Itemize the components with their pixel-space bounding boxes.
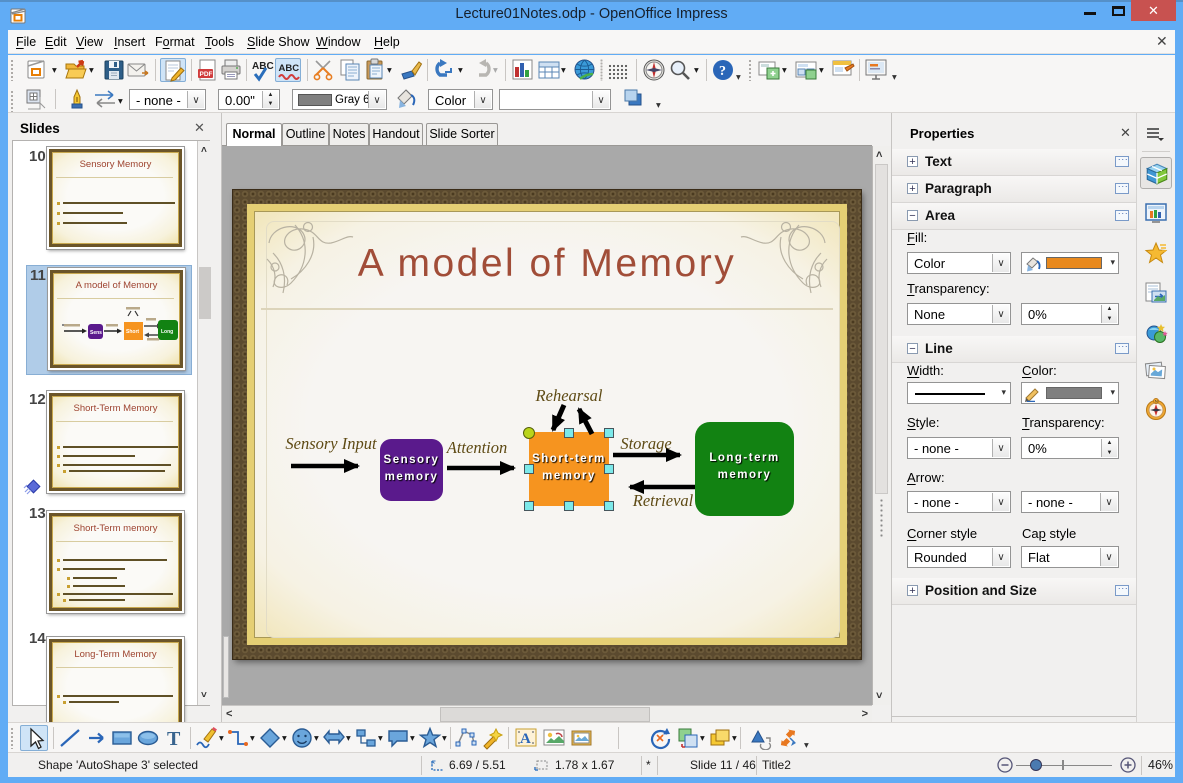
svg-text:PDF: PDF	[200, 71, 213, 78]
svg-text:ABC: ABC	[279, 63, 300, 74]
svg-text:?: ?	[719, 64, 726, 79]
svg-text:Long: Long	[161, 329, 173, 335]
svg-text:Short: Short	[126, 329, 139, 335]
svg-text:A: A	[520, 731, 531, 747]
svg-text:N: N	[1155, 399, 1158, 404]
svg-text:T: T	[167, 728, 181, 750]
svg-text:Sens: Sens	[90, 330, 102, 336]
